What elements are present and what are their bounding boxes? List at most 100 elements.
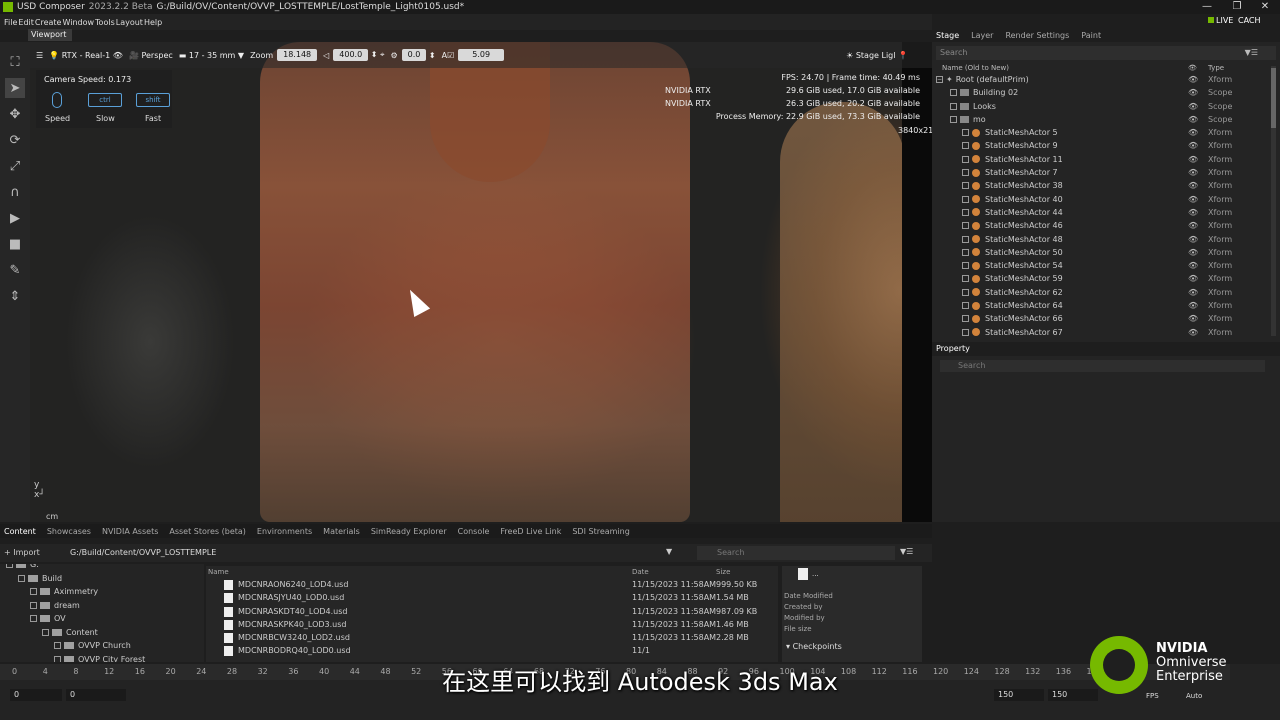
expand-icon[interactable] [42,628,49,636]
checkpoints-section[interactable]: ▾ Checkpoints [786,642,842,651]
visibility-eye-icon[interactable]: 👁 [1188,88,1198,97]
property-search-input[interactable]: Search [940,360,1265,372]
paint-brush-icon[interactable]: ✎ [5,260,25,280]
menu-file[interactable]: File [4,18,17,27]
visibility-eye-icon[interactable]: 👁 [1188,141,1198,150]
visibility-eye-icon[interactable]: 👁 [1188,221,1198,230]
stage-tree-row[interactable]: StaticMeshActor 46 👁 Xform [932,220,1280,233]
expand-icon[interactable] [962,129,969,137]
tab-environments[interactable]: Environments [253,527,319,536]
expand-icon[interactable] [30,588,37,595]
filter-icon[interactable]: ▼☰ [1245,46,1258,60]
stage-tree-row[interactable]: StaticMeshActor 11 👁 Xform [932,154,1280,167]
visibility-eye-icon[interactable]: 👁 [1188,208,1198,217]
content-filter-icon[interactable]: ▼☰ [900,547,913,556]
stage-tree-row[interactable]: StaticMeshActor 64 👁 Xform [932,300,1280,313]
camera-selector[interactable]: 🎥 Perspec [129,51,173,60]
expand-icon[interactable] [962,315,969,323]
file-row[interactable]: MDCNRAON6240_LOD4.usd 11/15/2023 11:58AM 9… [206,578,778,591]
file-row[interactable]: MDCNRASKPK40_LOD3.usd 11/15/2023 11:58AM 1… [206,618,778,631]
menu-tools[interactable]: Tools [95,18,115,27]
visibility-eye-icon[interactable]: 👁 [1188,248,1198,257]
scrollbar-thumb[interactable] [1271,68,1276,128]
tab-layer[interactable]: Layer [967,31,1001,40]
tab-nvidia-assets[interactable]: NVIDIA Assets [98,527,165,536]
stage-tree-row[interactable]: StaticMeshActor 44 👁 Xform [932,207,1280,220]
visibility-eye-icon[interactable]: 👁 [1188,314,1198,323]
move-tool-icon[interactable]: ✥ [5,104,25,124]
expand-icon[interactable] [18,574,25,582]
stage-tree-row[interactable]: Looks 👁 Scope [932,101,1280,114]
folder-tree-item[interactable]: Content [42,628,98,637]
tab-viewport[interactable]: Viewport [28,29,72,41]
lens-selector[interactable]: ▬ 17 - 35 mm ▼ [179,51,244,60]
menu-edit[interactable]: Edit [18,18,34,27]
expand-icon[interactable] [962,195,969,203]
collapse-icon[interactable]: − [936,76,943,83]
tab-property[interactable]: Property [932,342,1280,356]
content-path[interactable]: G:/Build/Content/OVVP_LOSTTEMPLE [70,548,216,557]
col-name-header[interactable]: Name (Old to New) [942,64,1009,72]
stage-tree-row[interactable]: StaticMeshActor 50 👁 Xform [932,247,1280,260]
frame-icon[interactable]: ⛶ [5,52,25,72]
expand-icon[interactable] [962,208,969,216]
visibility-eye-icon[interactable]: 👁 [1188,288,1198,297]
stop-icon[interactable]: ■ [5,234,25,254]
stage-scrollbar[interactable] [1271,66,1276,336]
tab-freed-live-link[interactable]: FreeD Live Link [496,527,568,536]
expand-icon[interactable] [30,601,37,609]
maximize-button[interactable]: ❐ [1222,0,1252,14]
menu-help[interactable]: Help [144,18,162,27]
expand-icon[interactable] [962,302,969,310]
scale-tool-icon[interactable]: ⤢ [5,156,25,176]
col-name[interactable]: Name [208,568,229,576]
tab-console[interactable]: Console [454,527,497,536]
visibility-eye-icon[interactable]: 👁 [1188,115,1198,124]
stage-tree-row[interactable]: StaticMeshActor 40 👁 Xform [932,194,1280,207]
stage-tree-row[interactable]: StaticMeshActor 5 👁 Xform [932,127,1280,140]
expand-icon[interactable] [950,115,957,123]
zoom-field[interactable]: 18.148 [277,49,318,61]
expand-icon[interactable] [962,288,969,296]
live-badge[interactable]: LIVE [1208,16,1233,25]
content-search-input[interactable]: Search [697,546,895,560]
tab-render-settings[interactable]: Render Settings [1001,31,1077,40]
menu-layout[interactable]: Layout [116,18,143,27]
menu-window[interactable]: Window [62,18,94,27]
cache-badge[interactable]: CACH [1238,16,1261,25]
tab-asset-stores-beta-[interactable]: Asset Stores (beta) [165,527,253,536]
stage-tree-row[interactable]: StaticMeshActor 59 👁 Xform [932,273,1280,286]
stage-tree-row[interactable]: StaticMeshActor 62 👁 Xform [932,287,1280,300]
expand-icon[interactable] [30,615,37,622]
col-size[interactable]: Size [716,568,730,576]
stage-tree-row[interactable]: StaticMeshActor 9 👁 Xform [932,140,1280,153]
snap-tool-icon[interactable]: ∩ [5,182,25,202]
expand-icon[interactable] [54,642,61,649]
stage-light-selector[interactable]: ☀ Stage Ligl 📍 [846,51,908,60]
tab-simready-explorer[interactable]: SimReady Explorer [367,527,454,536]
visibility-eye-icon[interactable]: 👁 [1188,274,1198,283]
folder-tree-item[interactable]: Build [18,574,62,583]
col-date[interactable]: Date [632,568,649,576]
minimize-button[interactable]: — [1192,0,1222,14]
stage-tree-row[interactable]: − ✦ Root (defaultPrim) 👁 Xform [932,74,1280,87]
stage-tree-row[interactable]: StaticMeshActor 67 👁 Xform [932,327,1280,340]
menu-create[interactable]: Create [35,18,62,27]
visibility-eye-icon[interactable]: 👁 [1188,75,1198,84]
tab-showcases[interactable]: Showcases [43,527,98,536]
folder-tree-item[interactable]: G: [6,564,39,569]
play-icon[interactable]: ▶ [5,208,25,228]
expand-icon[interactable] [962,169,969,177]
folder-tree-item[interactable]: dream [30,601,80,610]
expand-icon[interactable] [950,89,957,97]
visibility-eye-icon[interactable]: 👁 [1188,168,1198,177]
import-button[interactable]: + Import [4,548,40,557]
visibility-eye-icon[interactable]: 👁 [1188,181,1198,190]
tab-sdi-streaming[interactable]: SDI Streaming [568,527,636,536]
stage-tree-row[interactable]: StaticMeshActor 7 👁 Xform [932,167,1280,180]
visibility-eye-icon[interactable]: 👁 [1188,195,1198,204]
visibility-eye-icon[interactable]: 👁 [1188,235,1198,244]
expand-icon[interactable] [962,155,969,163]
expand-icon[interactable] [6,564,13,568]
expand-icon[interactable] [962,262,969,270]
